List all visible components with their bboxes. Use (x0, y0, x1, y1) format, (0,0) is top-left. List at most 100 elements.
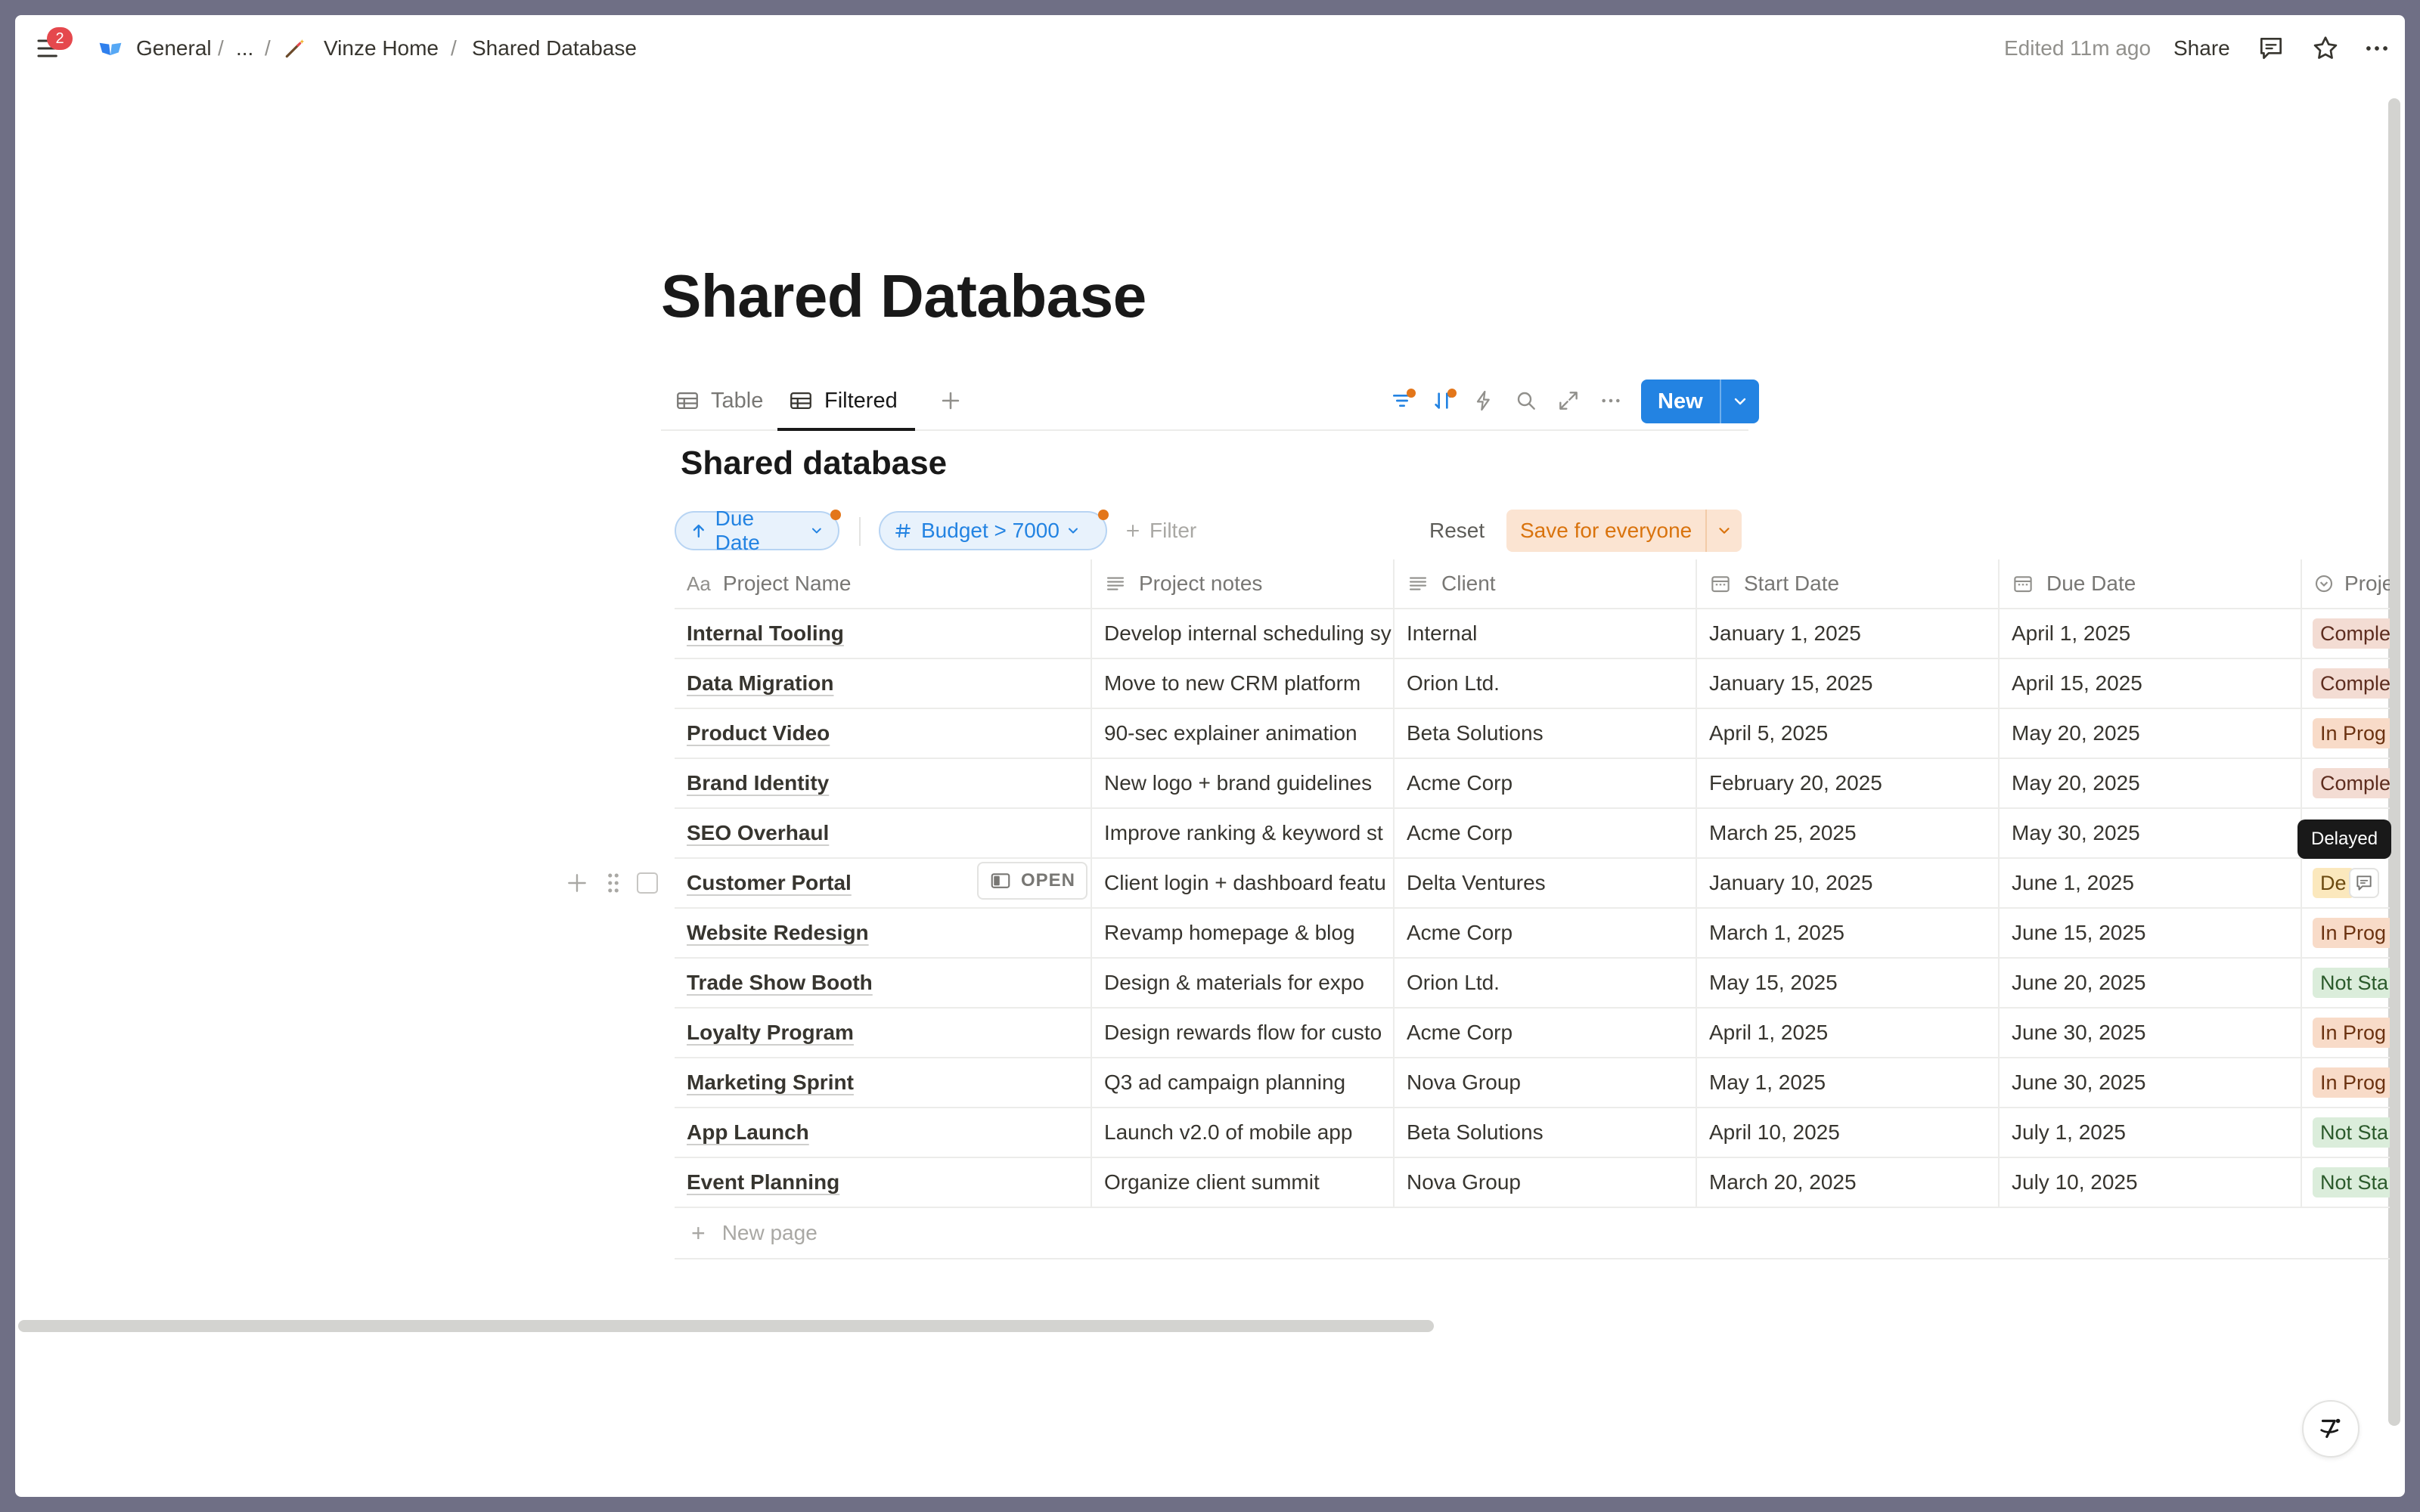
cell-client[interactable]: Delta Ventures (1395, 859, 1697, 907)
open-full-page-button[interactable] (1553, 386, 1584, 416)
breadcrumb-ellipsis[interactable]: ... (236, 15, 253, 82)
cell-project-status[interactable]: In Prog (2302, 1009, 2390, 1057)
save-for-everyone-button[interactable]: Save for everyone (1506, 510, 1708, 552)
cell-client[interactable]: Acme Corp (1395, 809, 1697, 857)
cell-client[interactable]: Internal (1395, 609, 1697, 658)
cell-project-status[interactable]: Not Sta (2302, 1108, 2390, 1157)
breadcrumb-workspace[interactable]: General (136, 15, 212, 82)
share-button[interactable]: Share (2173, 15, 2230, 82)
cell-project-notes[interactable]: Develop internal scheduling sy (1092, 609, 1395, 658)
table-row[interactable]: Data Migration Move to new CRM platform Or… (675, 659, 2390, 709)
table-row[interactable]: App Launch Launch v2.0 of mobile app Beta … (675, 1108, 2390, 1158)
cell-due-date[interactable]: April 1, 2025 (2000, 609, 2302, 658)
row-select-checkbox[interactable] (637, 872, 658, 894)
cell-due-date[interactable]: May 20, 2025 (2000, 709, 2302, 758)
table-row[interactable]: Trade Show Booth Design & materials for e… (675, 959, 2390, 1009)
cell-project-status[interactable]: In Prog (2302, 909, 2390, 957)
tab-table[interactable]: Table (675, 370, 763, 431)
new-dropdown-button[interactable] (1721, 380, 1759, 423)
new-button[interactable]: New (1641, 380, 1721, 423)
cell-due-date[interactable]: July 10, 2025 (2000, 1158, 2302, 1207)
database-title[interactable]: Shared database (681, 445, 947, 482)
cell-project-notes[interactable]: Design & materials for expo (1092, 959, 1395, 1007)
column-header-start-date[interactable]: Start Date (1697, 559, 2000, 608)
cell-project-name[interactable]: Trade Show Booth (675, 959, 1092, 1007)
cell-project-status[interactable]: Not Sta (2302, 1158, 2390, 1207)
automations-button[interactable] (1469, 386, 1499, 416)
cell-client[interactable]: Beta Solutions (1395, 709, 1697, 758)
column-header-project-status[interactable]: Proje (2302, 559, 2390, 608)
more-options-button[interactable] (2360, 15, 2394, 82)
table-row[interactable]: Event Planning Organize client summit Nova… (675, 1158, 2390, 1208)
horizontal-scrollbar[interactable] (18, 1320, 1434, 1332)
column-header-project-notes[interactable]: Project notes (1092, 559, 1395, 608)
cell-start-date[interactable]: April 10, 2025 (1697, 1108, 2000, 1157)
cell-due-date[interactable]: May 30, 2025 (2000, 809, 2302, 857)
cell-client[interactable]: Nova Group (1395, 1058, 1697, 1107)
page-title[interactable]: Shared Database (661, 262, 1146, 331)
cell-due-date[interactable]: July 1, 2025 (2000, 1108, 2302, 1157)
cell-start-date[interactable]: January 15, 2025 (1697, 659, 2000, 708)
cell-start-date[interactable]: April 1, 2025 (1697, 1009, 2000, 1057)
cell-project-notes[interactable]: Client login + dashboard featu (1092, 859, 1395, 907)
cell-project-name[interactable]: Brand Identity (675, 759, 1092, 807)
cell-project-status[interactable]: In Prog (2302, 1058, 2390, 1107)
cell-client[interactable]: Orion Ltd. (1395, 959, 1697, 1007)
cell-project-status[interactable]: Comple (2302, 759, 2390, 807)
budget-filter-chip[interactable]: Budget > 7000 (879, 510, 1109, 550)
cell-start-date[interactable]: March 20, 2025 (1697, 1158, 2000, 1207)
cell-project-notes[interactable]: Design rewards flow for custo (1092, 1009, 1395, 1057)
cell-project-notes[interactable]: Launch v2.0 of mobile app (1092, 1108, 1395, 1157)
cell-project-name[interactable]: Loyalty Program (675, 1009, 1092, 1057)
cell-project-notes[interactable]: New logo + brand guidelines (1092, 759, 1395, 807)
save-dropdown-button[interactable] (1707, 510, 1742, 552)
cell-comment-button[interactable] (2349, 868, 2379, 898)
table-row[interactable]: Customer Portal Client login + dashboard … (675, 859, 2390, 909)
cell-start-date[interactable]: January 1, 2025 (1697, 609, 2000, 658)
new-page-row[interactable]: + New page (675, 1208, 2390, 1259)
column-header-client[interactable]: Client (1395, 559, 1697, 608)
cell-client[interactable]: Nova Group (1395, 1158, 1697, 1207)
cell-start-date[interactable]: March 25, 2025 (1697, 809, 2000, 857)
cell-due-date[interactable]: June 20, 2025 (2000, 959, 2302, 1007)
reset-button[interactable]: Reset (1429, 511, 1485, 550)
favorite-button[interactable] (2308, 15, 2343, 82)
cell-client[interactable]: Beta Solutions (1395, 1108, 1697, 1157)
cell-project-status[interactable]: Comple (2302, 659, 2390, 708)
sort-chip[interactable]: Due Date (675, 507, 841, 554)
cell-due-date[interactable]: June 15, 2025 (2000, 909, 2302, 957)
filter-button[interactable] (1387, 386, 1417, 416)
column-header-due-date[interactable]: Due Date (2000, 559, 2302, 608)
cell-project-notes[interactable]: Q3 ad campaign planning (1092, 1058, 1395, 1107)
cell-start-date[interactable]: March 1, 2025 (1697, 909, 2000, 957)
cell-project-name[interactable]: Marketing Sprint (675, 1058, 1092, 1107)
table-row[interactable]: SEO Overhaul Improve ranking & keyword st… (675, 809, 2390, 859)
cell-start-date[interactable]: May 15, 2025 (1697, 959, 2000, 1007)
tab-filtered[interactable]: Filtered (788, 370, 898, 431)
cell-start-date[interactable]: April 5, 2025 (1697, 709, 2000, 758)
cell-project-status[interactable]: Not Sta (2302, 959, 2390, 1007)
vertical-scrollbar[interactable] (2388, 98, 2400, 1426)
cell-project-notes[interactable]: Revamp homepage & blog (1092, 909, 1395, 957)
cell-project-notes[interactable]: Move to new CRM platform (1092, 659, 1395, 708)
cell-due-date[interactable]: June 1, 2025 (2000, 859, 2302, 907)
cell-project-notes[interactable]: 90-sec explainer animation (1092, 709, 1395, 758)
column-header-project-name[interactable]: Aa Project Name (675, 559, 1092, 608)
cell-project-name[interactable]: SEO Overhaul (675, 809, 1092, 857)
open-page-button[interactable]: OPEN (977, 862, 1088, 900)
cell-project-status[interactable]: In Prog (2302, 709, 2390, 758)
row-add-button[interactable] (564, 870, 590, 896)
cell-project-notes[interactable]: Organize client summit (1092, 1158, 1395, 1207)
add-filter-button[interactable]: Filter (1124, 511, 1196, 550)
cell-project-name[interactable]: Product Video (675, 709, 1092, 758)
cell-project-name[interactable]: App Launch (675, 1108, 1092, 1157)
drag-handle[interactable] (602, 870, 625, 896)
cell-project-name[interactable]: Event Planning (675, 1158, 1092, 1207)
cell-start-date[interactable]: January 10, 2025 (1697, 859, 2000, 907)
cell-project-notes[interactable]: Improve ranking & keyword st (1092, 809, 1395, 857)
cell-project-name[interactable]: Website Redesign (675, 909, 1092, 957)
cell-project-name[interactable]: Data Migration (675, 659, 1092, 708)
cell-client[interactable]: Acme Corp (1395, 909, 1697, 957)
cell-project-name[interactable]: Internal Tooling (675, 609, 1092, 658)
table-row[interactable]: Marketing Sprint Q3 ad campaign planning N… (675, 1058, 2390, 1108)
